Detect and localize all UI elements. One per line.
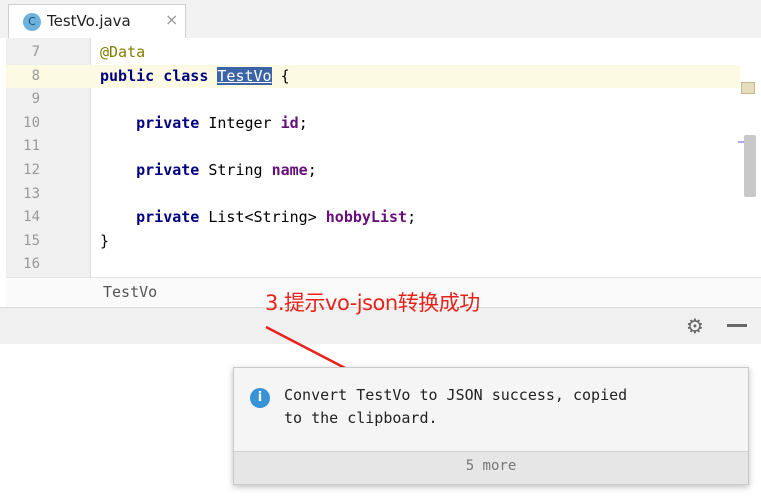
- notification-footer[interactable]: 5 more: [234, 451, 748, 484]
- notification-balloon[interactable]: i Convert TestVo to JSON success, copied…: [233, 367, 749, 485]
- tab-testvo-java[interactable]: C TestVo.java ×: [8, 4, 186, 38]
- line-number: 7: [31, 44, 40, 60]
- notification-line-2: to the clipboard.: [284, 409, 438, 427]
- notification-line-1: Convert TestVo to JSON success, copied: [284, 386, 628, 404]
- code-text: }: [100, 231, 110, 250]
- code-line[interactable]: 9: [6, 88, 740, 112]
- line-number: 15: [23, 232, 40, 249]
- line-number: 11: [23, 138, 40, 155]
- tab-label: TestVo.java: [47, 12, 131, 30]
- code-line[interactable]: 7 @Data: [6, 41, 740, 65]
- annotation-label: 3.提示vo-json转换成功: [265, 291, 480, 315]
- line-number: 8: [31, 67, 40, 84]
- code-text: private String name;: [136, 160, 317, 179]
- vertical-scrollbar[interactable]: [744, 135, 756, 197]
- code-text: public class TestVo {: [100, 66, 290, 85]
- code-editor[interactable]: 7 @Data 8 public class TestVo { 9 10 pri…: [0, 38, 761, 278]
- editor-tab-bar: C TestVo.java ×: [0, 0, 761, 39]
- more-link[interactable]: 5 more: [234, 458, 748, 474]
- code-text: private Integer id;: [136, 113, 308, 132]
- minimize-icon[interactable]: [727, 324, 747, 327]
- code-line[interactable]: 13: [6, 183, 740, 207]
- gear-icon[interactable]: ⚙: [684, 315, 706, 337]
- class-icon: C: [23, 13, 41, 31]
- line-number: 16: [23, 256, 40, 273]
- code-line-current[interactable]: 8 public class TestVo {: [6, 64, 740, 89]
- inspection-status-marker[interactable]: [741, 82, 755, 94]
- code-line[interactable]: 14 private List<String> hobbyList;: [6, 206, 740, 230]
- notification-message: Convert TestVo to JSON success, copied t…: [284, 384, 684, 430]
- line-number: 9: [31, 91, 40, 108]
- code-line[interactable]: 11: [6, 135, 740, 159]
- code-line[interactable]: 16: [6, 253, 740, 277]
- line-number: 12: [23, 161, 40, 178]
- code-line[interactable]: 12 private String name;: [6, 159, 740, 183]
- code-line[interactable]: 15 }: [6, 230, 740, 254]
- code-text: private List<String> hobbyList;: [136, 208, 417, 227]
- line-number: 10: [23, 114, 40, 131]
- info-icon: i: [250, 388, 270, 408]
- line-number: 13: [23, 185, 40, 202]
- code-line[interactable]: 10 private Integer id;: [6, 112, 740, 136]
- close-icon[interactable]: ×: [165, 10, 178, 29]
- selected-class-name: TestVo: [217, 66, 272, 85]
- breadcrumb-item[interactable]: TestVo: [103, 283, 157, 301]
- line-number: 14: [23, 209, 40, 226]
- code-text: @Data: [100, 43, 146, 61]
